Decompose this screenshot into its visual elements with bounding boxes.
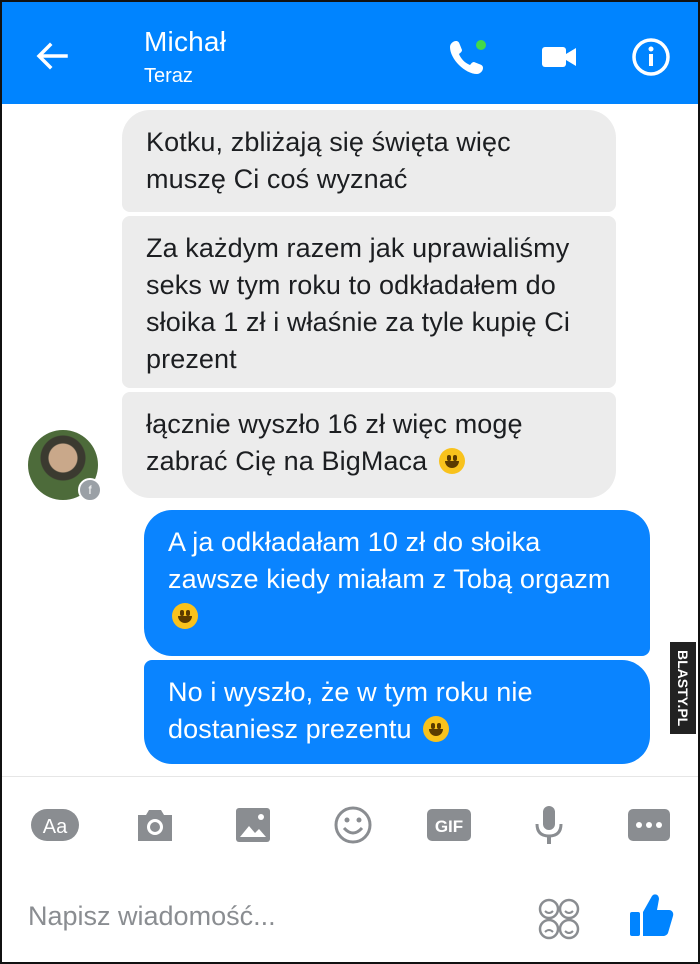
thumbs-up-icon[interactable] bbox=[628, 890, 674, 940]
emoji-icon[interactable] bbox=[328, 803, 378, 847]
smile-emoji-icon bbox=[438, 448, 465, 474]
message-text: Za każdym razem jak uprawialiśmy seks w … bbox=[146, 233, 570, 374]
camera-icon[interactable] bbox=[130, 803, 180, 847]
microphone-icon[interactable] bbox=[524, 803, 574, 847]
chat-header: Michał Teraz bbox=[2, 2, 698, 104]
message-bubble-incoming[interactable]: Kotku, zbliżają się święta więc muszę Ci… bbox=[122, 110, 616, 212]
contact-name[interactable]: Michał bbox=[144, 26, 226, 58]
message-text: No i wyszło, że w tym roku nie dostanies… bbox=[168, 677, 533, 744]
message-bubble-outgoing[interactable]: No i wyszło, że w tym roku nie dostanies… bbox=[144, 660, 650, 764]
message-bubble-incoming[interactable]: Za każdym razem jak uprawialiśmy seks w … bbox=[122, 216, 616, 388]
message-bubble-incoming[interactable]: łącznie wyszło 16 zł więc mogę zabrać Ci… bbox=[122, 392, 616, 498]
smile-emoji-icon bbox=[423, 716, 450, 742]
text-format-label: Aa bbox=[43, 816, 68, 838]
message-bubble-outgoing[interactable]: A ja odkładałam 10 zł do słoika zawsze k… bbox=[144, 510, 650, 656]
info-icon[interactable] bbox=[630, 36, 672, 78]
video-call-icon[interactable] bbox=[538, 36, 580, 78]
facebook-badge-icon: f bbox=[78, 478, 102, 502]
back-arrow-icon[interactable] bbox=[32, 36, 72, 76]
stickers-icon[interactable] bbox=[536, 896, 582, 942]
message-text: A ja odkładałam 10 zł do słoika zawsze k… bbox=[168, 527, 611, 594]
message-composer bbox=[2, 872, 698, 962]
watermark: BLASTY.PL bbox=[670, 642, 696, 734]
gif-label: GIF bbox=[435, 817, 463, 836]
smile-emoji-icon bbox=[172, 603, 198, 629]
message-text: Kotku, zbliżają się święta więc muszę Ci… bbox=[146, 127, 511, 194]
message-input[interactable] bbox=[28, 896, 488, 936]
contact-status: Teraz bbox=[144, 65, 193, 87]
phone-call-icon[interactable] bbox=[446, 36, 488, 78]
message-list[interactable]: Kotku, zbliżają się święta więc muszę Ci… bbox=[2, 104, 698, 776]
messenger-window: Michał Teraz Kotku, zbliżają się święta … bbox=[0, 0, 700, 964]
more-icon[interactable] bbox=[624, 803, 674, 847]
text-format-icon[interactable]: Aa bbox=[30, 803, 80, 847]
message-text: łącznie wyszło 16 zł więc mogę zabrać Ci… bbox=[146, 409, 523, 476]
image-icon[interactable] bbox=[228, 803, 278, 847]
composer-toolbar: Aa GIF bbox=[2, 776, 698, 873]
gif-icon[interactable]: GIF bbox=[424, 803, 474, 847]
